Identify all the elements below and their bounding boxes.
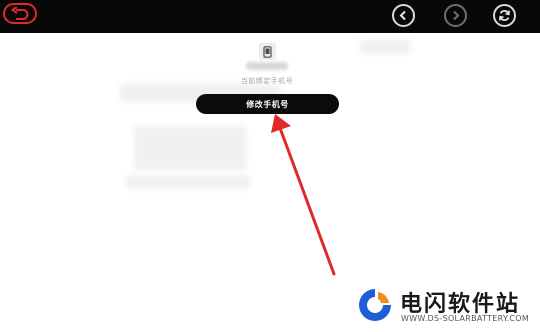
annotation-arrow [271, 114, 336, 276]
watermark-logo-icon [359, 289, 391, 321]
watermark-url: WWW.DS-SOLARBATTERY.COM [401, 314, 530, 323]
